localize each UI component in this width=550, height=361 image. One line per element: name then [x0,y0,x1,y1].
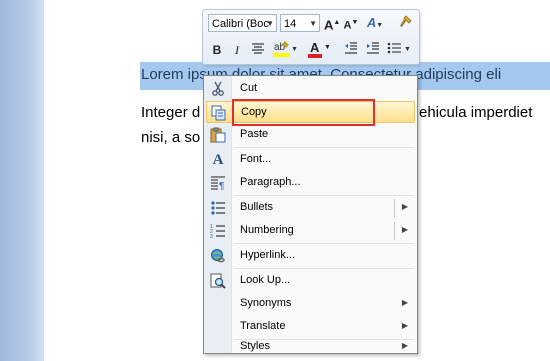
svg-text:¶: ¶ [219,181,224,191]
center-align-icon[interactable] [250,41,266,59]
menu-item-label: Paragraph... [240,176,301,188]
svg-text:▼: ▼ [404,46,411,53]
menu-item-styles[interactable]: Styles ▶ [206,330,415,352]
menu-item-label: Styles [240,340,270,352]
menu-item-synonyms[interactable]: Synonyms ▶ [206,293,415,315]
grow-font-button[interactable]: A▲ [324,14,340,32]
menu-item-label: Bullets [240,201,274,213]
shrink-font-button[interactable]: A▼ [343,14,359,32]
increase-indent-icon[interactable] [365,41,381,59]
menu-separator [234,147,414,148]
menu-item-paragraph[interactable]: ¶ Paragraph... [206,172,415,194]
font-icon: A [212,152,224,168]
scissors-icon [209,81,227,97]
menu-item-label: Look Up... [240,274,291,286]
paragraph-icon: ¶ [209,175,227,192]
svg-text:▼: ▼ [291,46,298,53]
menu-item-numbering[interactable]: 123 Numbering ▶ [206,220,415,242]
menu-item-label: Paste [240,128,269,140]
document-line-3[interactable]: nisi, a so [141,129,200,146]
chevron-down-icon[interactable]: ▼ [309,15,317,33]
document-margin [0,0,44,361]
lookup-icon [209,273,227,289]
paste-icon [209,127,227,143]
styles-button[interactable]: A▼ [364,14,386,32]
menu-item-cut[interactable]: Cut [206,78,415,100]
italic-button[interactable]: I [230,41,244,59]
menu-item-label: Hyperlink... [240,249,296,261]
hyperlink-icon [209,248,227,264]
font-size-value: 14 [284,18,297,30]
font-name-value: Calibri (Boc [212,18,269,30]
submenu-arrow-icon[interactable]: ▶ [402,321,408,330]
numbering-icon: 123 [209,223,227,240]
font-size-box[interactable]: 14 ▼ [280,14,320,32]
highlight-color-button[interactable]: ab ▼ [272,39,298,57]
format-painter-icon[interactable] [396,14,414,32]
submenu-arrow-icon[interactable]: ▶ [402,202,408,211]
menu-item-paste[interactable]: Paste [206,124,415,146]
document-line-2-end[interactable]: ehicula imperdiet [419,104,532,121]
submenu-arrow-icon[interactable]: ▶ [402,298,408,307]
document-line-2-start[interactable]: Integer d [141,104,200,121]
menu-item-look-up[interactable]: Look Up... [206,270,415,292]
menu-item-label: Font... [240,153,272,165]
font-name-box[interactable]: Calibri (Boc ▼ [208,14,277,32]
menu-separator [234,268,414,269]
bold-button[interactable]: B [210,41,224,59]
bullets-icon [209,200,227,216]
bullets-button[interactable]: ▼ [387,41,413,59]
submenu-arrow-icon[interactable]: ▶ [402,341,408,350]
mini-toolbar: Calibri (Boc ▼ 14 ▼ A▲ A▼ A▼ B I ab ▼ A ▼… [202,9,420,65]
font-color-button[interactable]: A ▼ [306,39,332,58]
chevron-down-icon[interactable]: ▼ [266,15,274,33]
highlight-annotation-box [232,99,375,126]
menu-item-bullets[interactable]: Bullets ▶ [206,197,415,219]
submenu-arrow-icon[interactable]: ▶ [402,225,408,234]
decrease-indent-icon[interactable] [343,41,359,59]
menu-item-font[interactable]: A Font... [206,149,415,171]
menu-separator [234,243,414,244]
menu-item-hyperlink[interactable]: Hyperlink... [206,245,415,267]
menu-item-label: Cut [240,82,258,94]
menu-separator [234,195,414,196]
menu-item-label: Numbering [240,224,294,236]
svg-text:3: 3 [210,234,213,239]
copy-icon [210,105,228,121]
menu-item-label: Synonyms [240,297,292,309]
